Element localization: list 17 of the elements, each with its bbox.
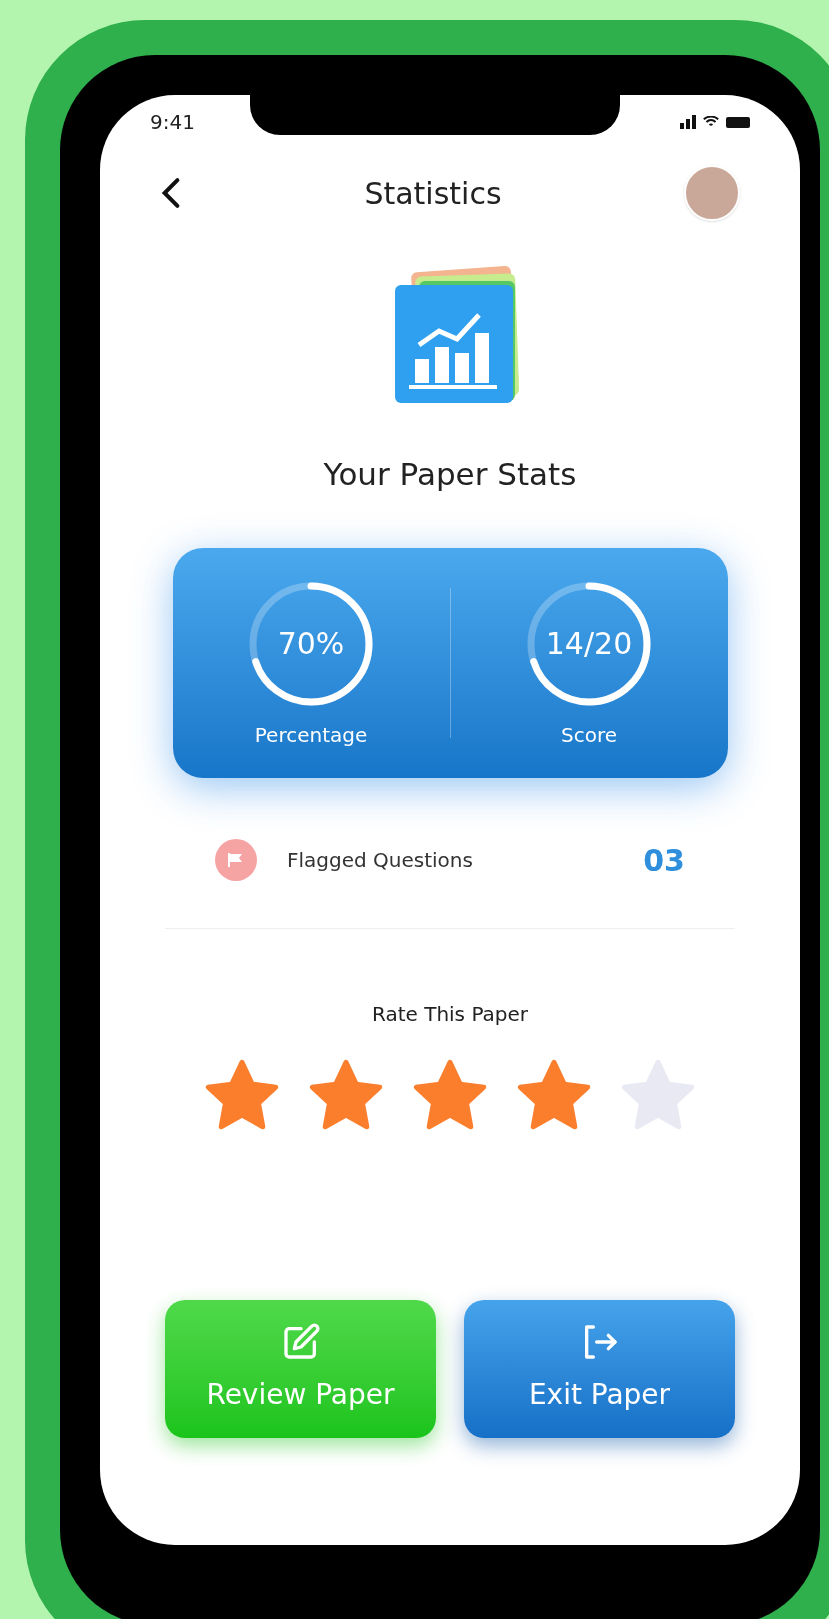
stat-value: 70% [277,625,345,663]
wifi-icon [702,116,720,128]
battery-icon [726,116,750,128]
action-button[interactable]: Review Paper [165,1299,436,1438]
stat-label: Score [561,721,617,749]
avatar[interactable] [684,165,740,221]
status-time: 9:41 [150,109,195,136]
signal-icon [680,115,696,129]
stat-value: 14/20 [545,625,633,663]
rating-title: Rate This Paper [371,1000,529,1028]
flagged-label: Flagged Questions [287,847,473,874]
stat-label: Percentage [254,721,368,749]
screen-title: Statistics [364,174,502,213]
action-button[interactable]: Exit Paper [464,1299,735,1438]
back-icon[interactable] [160,177,182,209]
section-title: Your Paper Stats [323,455,577,494]
flagged-count: 03 [643,841,685,880]
